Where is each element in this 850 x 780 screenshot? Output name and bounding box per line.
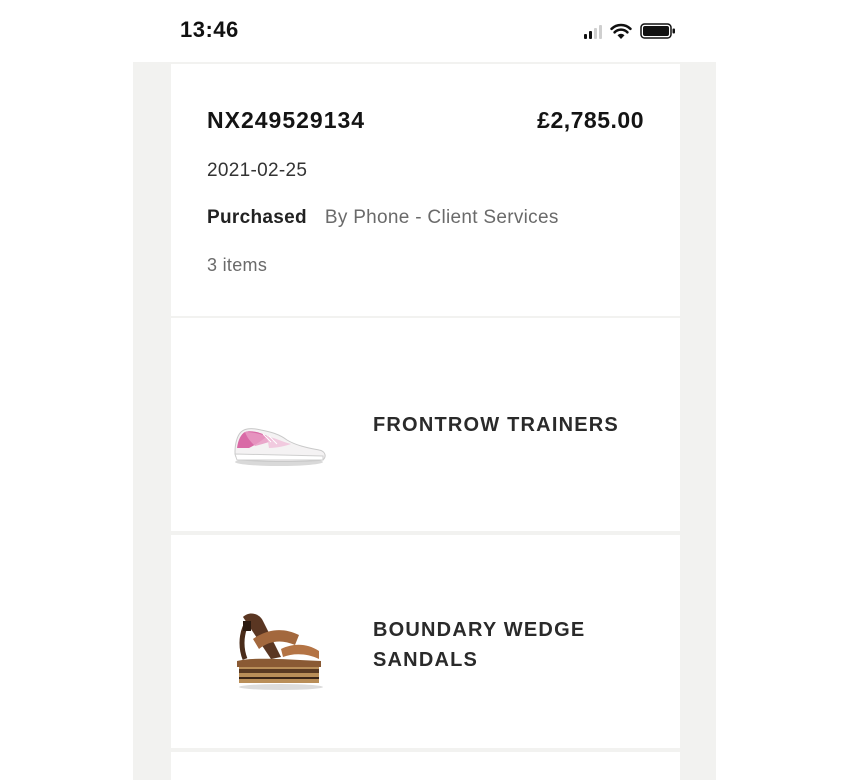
product-name: BOUNDARY WEDGE SANDALS [373, 619, 586, 671]
order-status: Purchased [207, 207, 307, 228]
order-detail-screen: 13:46 NX249529134 £2,785.00 2021-02-25 P… [0, 0, 850, 780]
product-item-boundary-wedge-sandals[interactable]: BOUNDARY WEDGE SANDALS [171, 535, 680, 748]
status-time: 13:46 [180, 17, 239, 42]
order-total: £2,785.00 [537, 107, 644, 133]
order-items-count: 3 items [207, 255, 268, 275]
order-channel: By Phone - Client Services [324, 207, 559, 228]
wifi-icon [610, 23, 632, 40]
product-item-partial[interactable] [171, 752, 680, 780]
signal-icon [584, 23, 602, 39]
order-status-row: Purchased By Phone - Client Services [207, 207, 559, 229]
battery-icon [640, 23, 676, 39]
sandal-image [223, 587, 333, 697]
order-date: 2021-02-25 [207, 160, 308, 181]
status-bar: 13:46 [0, 0, 850, 62]
product-name: FRONTROW TRAINERS [373, 414, 619, 436]
product-item-frontrow-trainers[interactable]: FRONTROW TRAINERS [171, 318, 680, 531]
order-number: NX249529134 [207, 107, 366, 133]
status-icons [584, 20, 676, 42]
sneaker-image [223, 370, 333, 480]
order-summary-card[interactable]: NX249529134 £2,785.00 2021-02-25 Purchas… [171, 64, 680, 316]
